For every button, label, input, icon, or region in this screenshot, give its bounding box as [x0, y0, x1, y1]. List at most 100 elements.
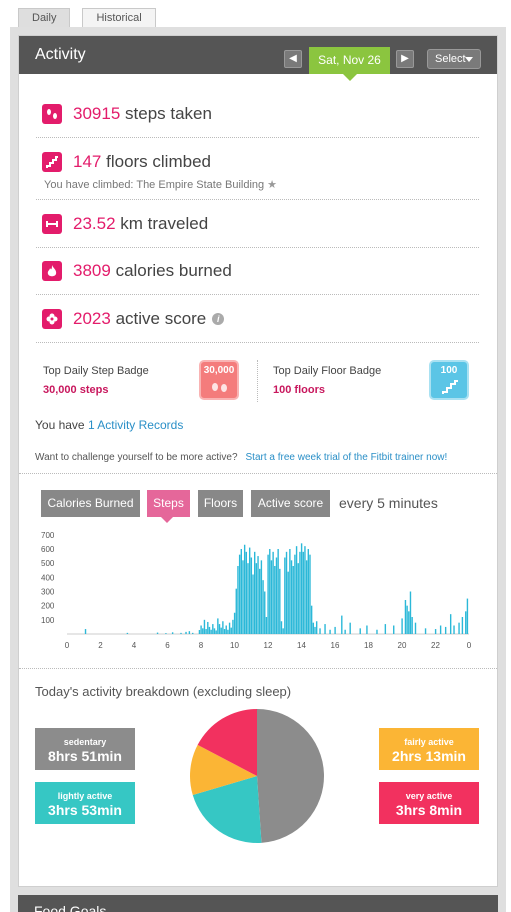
step-bar [314, 626, 316, 634]
floor-badge-icon[interactable]: 100 [429, 360, 469, 400]
distance-icon [42, 214, 62, 234]
stat-steps: 30915 steps taken [36, 91, 479, 138]
step-bar [401, 618, 403, 634]
step-bar [237, 566, 239, 634]
activity-header: Activity ◀ Sat, Nov 26 ▶ Select [19, 36, 497, 81]
chart-tab-floors[interactable]: Floors [198, 490, 243, 517]
step-bar [315, 621, 318, 634]
next-day-button[interactable]: ▶ [396, 50, 414, 68]
step-bar [202, 628, 204, 634]
activity-pie-chart [190, 709, 324, 843]
step-bar [252, 574, 254, 634]
step-bar [188, 631, 191, 634]
step-bar [295, 546, 298, 634]
current-date: Sat, Nov 26 [309, 47, 390, 81]
step-bar [424, 628, 427, 634]
step-bar [207, 621, 209, 634]
step-bar [290, 560, 293, 634]
step-bar [269, 549, 271, 634]
step-bar [156, 632, 159, 634]
y-tick-label: 100 [41, 616, 55, 625]
category-time: 3hrs 53min [48, 802, 122, 818]
food-goals-title: Food Goals [34, 903, 107, 912]
step-badge-label: Top Daily Step Badge [43, 365, 149, 377]
category-time: 2hrs 13min [392, 748, 466, 764]
step-bar [449, 614, 452, 634]
step-bar [466, 598, 469, 634]
floor-badge-text: 100 [440, 365, 458, 376]
step-bar [240, 549, 242, 634]
category-name: very active [405, 791, 453, 801]
step-bar [414, 622, 417, 634]
prev-day-button[interactable]: ◀ [284, 50, 302, 68]
info-icon[interactable]: i [212, 313, 225, 325]
step-bar [272, 551, 274, 634]
step-bar [444, 626, 447, 634]
step-bar [262, 580, 264, 634]
step-bar [404, 600, 407, 634]
x-tick-label: 14 [297, 641, 306, 650]
step-bar [126, 632, 129, 634]
step-bar [344, 629, 346, 634]
select-dropdown[interactable]: Select [427, 49, 481, 69]
step-bar [277, 549, 279, 634]
step-bar [217, 618, 219, 634]
floor-badge-label: Top Daily Floor Badge [273, 365, 382, 377]
step-bar [439, 625, 442, 634]
step-bar [238, 554, 241, 634]
step-bar [243, 544, 246, 634]
step-badge-icon[interactable]: 30,000 [199, 360, 239, 400]
step-bar [198, 630, 201, 634]
step-bar [453, 625, 455, 634]
chart-tab-active-score[interactable]: Active score [251, 490, 330, 517]
y-tick-label: 500 [41, 559, 55, 568]
step-bar [324, 624, 326, 634]
chart-tab-steps[interactable]: Steps [147, 490, 190, 523]
step-bar [275, 557, 278, 634]
step-bar [255, 563, 258, 634]
y-tick-label: 700 [41, 531, 55, 540]
tab-daily[interactable]: Daily [18, 8, 71, 28]
activity-records-link[interactable]: 1 Activity Records [88, 418, 183, 432]
view-tabs: Daily Historical [18, 8, 156, 28]
step-bar [270, 560, 273, 634]
step-bar [376, 629, 378, 634]
step-badge-text: 30,000 [203, 365, 235, 376]
category-time: 3hrs 8min [395, 802, 463, 818]
pie-slice-sedentary [257, 709, 324, 843]
records-prefix: You have [35, 418, 85, 432]
x-tick-label: 20 [398, 641, 407, 650]
step-bar [84, 629, 87, 634]
step-bar [458, 622, 460, 634]
step-bar [408, 611, 410, 634]
step-bar [180, 632, 182, 634]
step-bar [294, 554, 296, 634]
step-bar [228, 622, 231, 634]
x-tick-label: 4 [132, 641, 137, 650]
category-name: sedentary [63, 737, 107, 747]
step-bar [248, 547, 251, 634]
trainer-trial-link[interactable]: Start a free week trial of the Fitbit tr… [246, 452, 448, 463]
stat-label: km traveled [120, 214, 209, 233]
step-bar [264, 591, 266, 634]
x-tick-label: 8 [199, 641, 204, 650]
chart-tab-calories[interactable]: Calories Burned [41, 490, 140, 517]
chart-interval: every 5 minutes [339, 495, 438, 511]
y-tick-label: 600 [41, 545, 55, 554]
step-bar [287, 571, 289, 634]
step-bar [299, 551, 301, 634]
very-active-box: very active 3hrs 8min [379, 782, 479, 824]
floor-badge-value: 100 floors [273, 384, 325, 396]
step-bar [461, 617, 464, 634]
step-bar [225, 625, 227, 634]
fairly-active-box: fairly active 2hrs 13min [379, 728, 479, 770]
flower-icon [42, 309, 62, 329]
tab-historical[interactable]: Historical [82, 8, 156, 28]
stat-label: floors climbed [106, 152, 211, 171]
challenge-text: Want to challenge yourself to be more ac… [35, 452, 238, 463]
stat-calories: 3809 calories burned [36, 248, 479, 295]
step-bar [259, 568, 261, 634]
x-tick-label: 22 [431, 641, 440, 650]
step-bar [203, 619, 206, 634]
step-bar [284, 557, 286, 634]
